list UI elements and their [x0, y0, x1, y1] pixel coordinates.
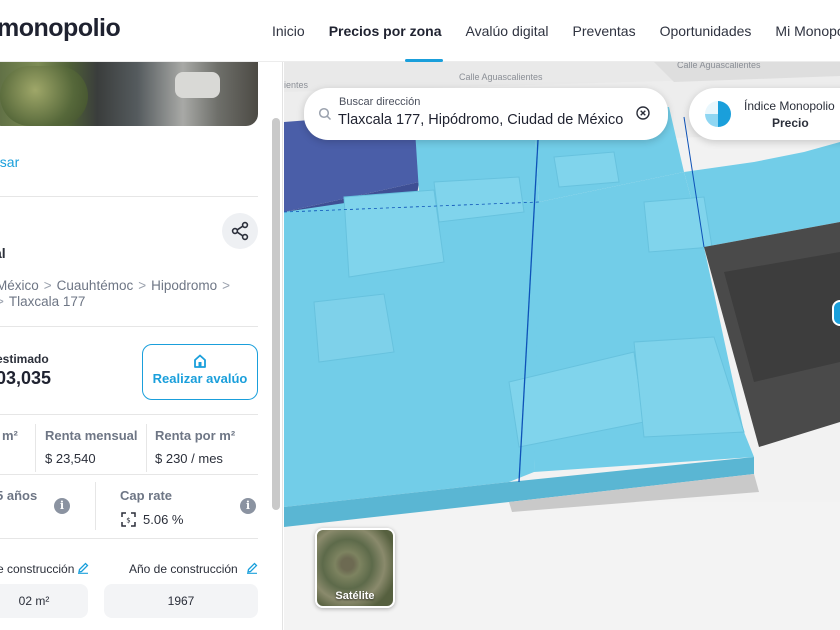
- breadcrumb-neighborhood[interactable]: Hipodromo: [151, 278, 217, 293]
- property-detail-panel: esar al México>Cuauhtémoc>Hipodromo> >Tl…: [0, 62, 283, 630]
- divider: [0, 414, 258, 415]
- nav-precios-por-zona[interactable]: Precios por zona: [317, 0, 454, 62]
- share-icon: [231, 221, 249, 241]
- nav-mi-monopolio[interactable]: Mi Monopolio: [763, 0, 840, 62]
- house-icon: [194, 354, 206, 368]
- divider: [0, 474, 258, 475]
- property-type: al: [0, 245, 6, 261]
- cap-rate-value: 5.06 %: [143, 512, 184, 527]
- realizar-avaluo-button[interactable]: Realizar avalúo: [142, 344, 258, 400]
- top-navigation-bar: monopolio Inicio Precios por zona Avalúo…: [0, 0, 840, 62]
- street-label: ientes: [284, 80, 309, 90]
- price-value: 03,035: [0, 368, 52, 388]
- address-search-box[interactable]: Buscar dirección: [304, 88, 668, 140]
- edit-icon[interactable]: [246, 562, 258, 574]
- back-link[interactable]: esar: [0, 154, 19, 170]
- search-icon: [318, 107, 332, 121]
- construction-year-label: Año de construcción: [129, 562, 238, 576]
- construction-year-field[interactable]: 1967: [104, 584, 258, 618]
- property-marker-icon[interactable]: [832, 300, 840, 326]
- renta-mensual-label: Renta mensual: [45, 428, 138, 443]
- chevron-right-icon: >: [43, 278, 52, 293]
- area-label: m²: [2, 428, 18, 443]
- scan-icon: $: [121, 512, 136, 527]
- street-label: Calle Aguascalientes: [459, 72, 543, 82]
- indice-monopolio-chip[interactable]: Índice Monopolio Precio: [689, 88, 840, 140]
- main-nav: Inicio Precios por zona Avalúo digital P…: [260, 0, 840, 62]
- map-view[interactable]: Calle Aguascalientes Calle Aguascaliente…: [284, 62, 840, 630]
- nav-preventas[interactable]: Preventas: [561, 0, 648, 62]
- index-pie-icon: [705, 101, 731, 127]
- satellite-label: Satélite: [335, 590, 375, 602]
- breadcrumb-street: Tlaxcala 177: [8, 294, 86, 309]
- location-breadcrumb: México>Cuauhtémoc>Hipodromo> >Tlaxcala 1…: [0, 278, 258, 310]
- construction-area-label: e construcción: [0, 562, 75, 576]
- chevron-right-icon: >: [138, 278, 147, 293]
- price-label: estimado: [0, 352, 49, 366]
- svg-text:$: $: [126, 517, 130, 525]
- address-search-input[interactable]: [338, 110, 638, 130]
- nav-avaluo-digital[interactable]: Avalúo digital: [454, 0, 561, 62]
- property-photo: [0, 62, 258, 126]
- renta-mensual-value: $ 23,540: [45, 451, 96, 466]
- chevron-right-icon: >: [222, 278, 231, 293]
- cap-rate-label: Cap rate: [120, 488, 173, 503]
- panel-scrollbar[interactable]: [272, 118, 280, 510]
- payback-years-label: 5 años: [0, 488, 38, 503]
- breadcrumb-borough[interactable]: Cuauhtémoc: [57, 278, 134, 293]
- share-button[interactable]: [222, 213, 258, 249]
- breadcrumb-city[interactable]: México: [0, 278, 39, 293]
- divider: [0, 196, 258, 197]
- nav-inicio[interactable]: Inicio: [260, 0, 317, 62]
- divider: [0, 538, 258, 539]
- nav-oportunidades[interactable]: Oportunidades: [648, 0, 764, 62]
- renta-m2-label: Renta por m²: [155, 428, 236, 443]
- divider: [0, 326, 258, 327]
- satellite-toggle-button[interactable]: Satélite: [315, 528, 395, 608]
- index-chip-title: Índice Monopolio: [744, 99, 835, 113]
- info-icon[interactable]: i: [240, 498, 256, 514]
- edit-icon[interactable]: [77, 562, 89, 574]
- chevron-right-icon: >: [0, 294, 4, 309]
- avaluo-button-label: Realizar avalúo: [152, 371, 248, 386]
- search-label: Buscar dirección: [339, 96, 421, 108]
- renta-m2-value: $ 230 / mes: [155, 451, 223, 466]
- monopolio-logo[interactable]: monopolio: [0, 14, 121, 43]
- index-chip-subtitle: Precio: [772, 116, 809, 130]
- clear-icon[interactable]: [636, 106, 650, 120]
- construction-area-field[interactable]: 02 m²: [0, 584, 88, 618]
- street-label: Calle Aguascalientes: [677, 62, 761, 70]
- info-icon[interactable]: i: [54, 498, 70, 514]
